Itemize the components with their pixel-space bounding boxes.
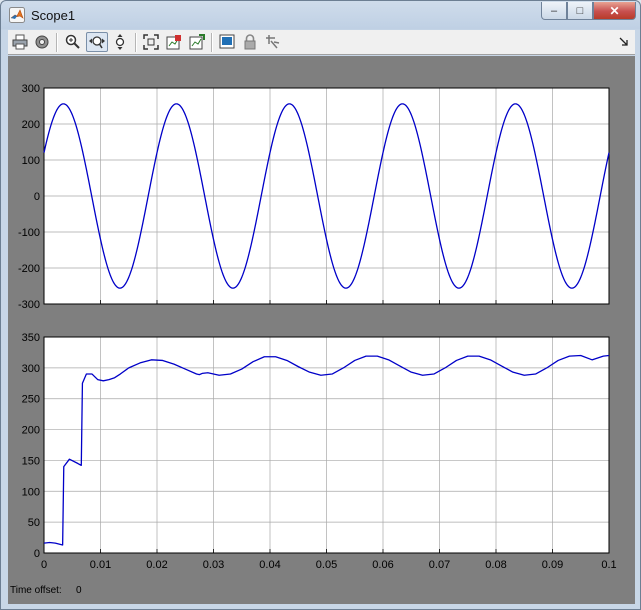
x-tick-label: 0.02	[146, 559, 167, 571]
x-tick-label: 0.05	[316, 559, 337, 571]
lock-axes-button[interactable]	[240, 32, 260, 52]
zoom-x-axis-icon	[89, 36, 105, 49]
toolbar-overflow-button[interactable]	[614, 32, 634, 52]
y-tick-label: -300	[18, 299, 40, 311]
print-icon	[12, 34, 28, 50]
minimize-button[interactable]: –	[541, 2, 567, 20]
x-tick-label: 0.09	[542, 559, 563, 571]
print-button[interactable]	[10, 32, 30, 52]
autoscale-button[interactable]	[141, 32, 161, 52]
window-title: Scope1	[31, 8, 76, 23]
save-axes-settings-icon	[166, 35, 181, 50]
scope-toolbar	[8, 30, 635, 55]
restore-axes-settings-button[interactable]	[187, 32, 207, 52]
minimize-icon: –	[550, 4, 558, 17]
x-tick-label: 0.03	[203, 559, 224, 571]
zoom-button[interactable]	[63, 32, 83, 52]
x-tick-label: 0.06	[372, 559, 393, 571]
y-tick-label: 250	[22, 394, 40, 406]
maximize-icon: □	[576, 4, 584, 17]
y-tick-label: -200	[18, 263, 40, 275]
parameters-gear-icon	[35, 35, 49, 49]
y-tick-label: -100	[18, 227, 40, 239]
x-tick-label: 0.04	[259, 559, 280, 571]
y-tick-label: 200	[22, 425, 40, 437]
y-tick-label: 150	[22, 455, 40, 467]
y-tick-label: 50	[28, 517, 40, 529]
close-button[interactable]: ✕	[593, 2, 636, 20]
x-tick-label: 0.1	[601, 559, 616, 571]
lock-axes-icon	[244, 34, 256, 50]
time-offset-value: 0	[76, 585, 82, 596]
restore-axes-settings-icon	[189, 34, 205, 50]
y-tick-label: 0	[34, 191, 40, 203]
save-axes-settings-button[interactable]	[164, 32, 184, 52]
y-tick-label: 0	[34, 548, 40, 560]
y-tick-label: 300	[22, 363, 40, 375]
title-bar[interactable]: Scope1 – □ ✕	[1, 1, 640, 30]
scope-window: Scope1 – □ ✕ 300 200 100 0 -100 -200 -30…	[0, 0, 641, 610]
x-tick-label: 0.08	[485, 559, 506, 571]
scope-canvas: 300 200 100 0 -100 -200 -300 0 0.01 0.02 0.03 0.04 0…	[8, 56, 635, 604]
x-tick-label: 0.07	[429, 559, 450, 571]
chevron-right-icon	[619, 37, 628, 46]
matlab-icon	[9, 7, 25, 23]
y-tick-label: 200	[22, 119, 40, 131]
floating-scope-icon	[219, 34, 235, 49]
time-offset-label: Time offset:	[10, 585, 62, 596]
y-tick-label: 350	[22, 332, 40, 344]
autoscale-icon	[143, 34, 159, 50]
y-tick-label: 100	[22, 155, 40, 167]
maximize-button[interactable]: □	[567, 2, 593, 20]
scope-plots[interactable]: 300 200 100 0 -100 -200 -300 0 0.01 0.02 0.03 0.04 0…	[8, 56, 635, 604]
y-tick-label: 100	[22, 486, 40, 498]
floating-scope-button[interactable]	[217, 32, 237, 52]
y-tick-label: 300	[22, 83, 40, 95]
window-controls: – □ ✕	[541, 2, 636, 22]
x-tick-label: 0.01	[90, 559, 111, 571]
close-icon: ✕	[609, 3, 620, 18]
x-tick-label: 0	[41, 559, 47, 571]
toolbar-separator	[211, 33, 213, 52]
toolbar-separator	[56, 33, 58, 52]
parameters-button[interactable]	[32, 32, 52, 52]
signal-selection-icon	[266, 35, 280, 49]
signal-selection-button[interactable]	[263, 32, 283, 52]
zoom-icon	[65, 34, 80, 49]
zoom-y-axis-icon	[115, 34, 125, 50]
zoom-y-axis-button[interactable]	[111, 32, 131, 52]
zoom-x-axis-button[interactable]	[86, 32, 108, 52]
toolbar-separator	[135, 33, 137, 52]
